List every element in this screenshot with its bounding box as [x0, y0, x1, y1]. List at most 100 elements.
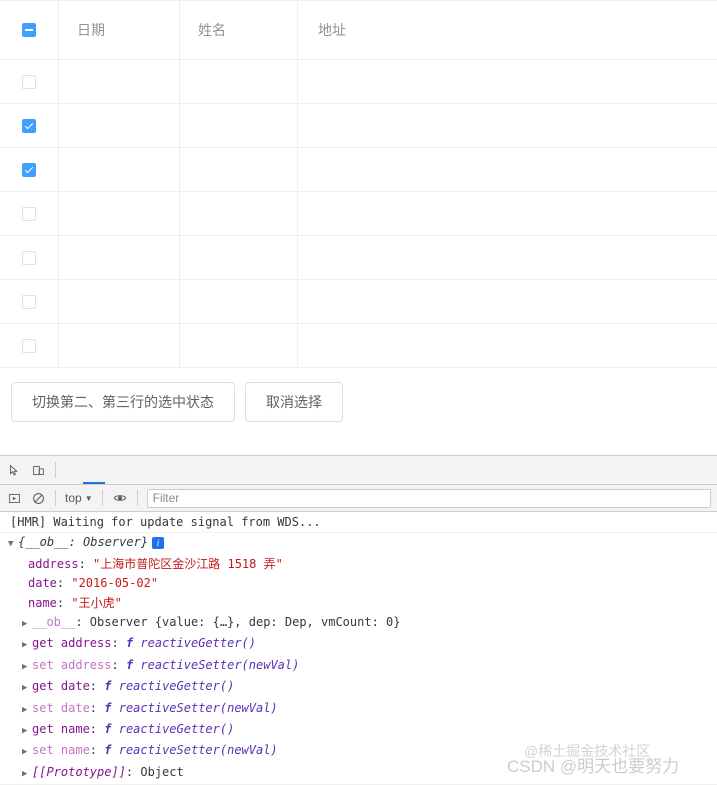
disclosure-triangle-icon: ▶: [22, 704, 28, 715]
disclosure-triangle-icon: ▼: [8, 539, 14, 550]
row-cell-select: [0, 324, 59, 367]
devtools-panel: top ▼ [HMR] Waiting for update signal fr…: [0, 455, 717, 785]
devtools-tab-sources[interactable]: [105, 456, 127, 484]
console-message: [HMR] Waiting for update signal from WDS…: [0, 513, 717, 534]
clear-console-icon[interactable]: [26, 486, 50, 510]
app-area: 日期 姓名 地址 切换第二、第三行的选中状态 取消选择: [0, 0, 717, 455]
row-cell-date: [59, 192, 180, 235]
disclosure-triangle-icon: ▶: [22, 768, 28, 779]
row-cell-address: [298, 60, 717, 103]
row-cell-name: [180, 148, 298, 191]
row-cell-date: [59, 148, 180, 191]
inspect-element-icon[interactable]: [2, 458, 26, 482]
row-cell-name: [180, 324, 298, 367]
table-row[interactable]: [0, 236, 717, 280]
console-property: address: "上海市普陀区金沙江路 1518 弄": [28, 556, 283, 571]
info-icon: i: [152, 536, 165, 549]
table-row[interactable]: [0, 280, 717, 324]
row-checkbox[interactable]: [22, 162, 36, 177]
row-checkbox[interactable]: [22, 206, 36, 221]
console-property[interactable]: ▶ __ob__: Observer {value: {…}, dep: Dep,…: [0, 613, 717, 634]
row-cell-name: [180, 236, 298, 279]
devtools-tab-performance[interactable]: [149, 456, 171, 484]
table-row[interactable]: [0, 104, 717, 148]
row-cell-date: [59, 104, 180, 147]
devtools-tab-elements[interactable]: [61, 456, 83, 484]
row-checkbox[interactable]: [22, 118, 36, 133]
row-checkbox[interactable]: [22, 338, 36, 353]
devtools-tab-list: [61, 456, 237, 484]
console-object-expanded[interactable]: ▼ {__ob__: Observer} i: [0, 533, 717, 554]
disclosure-triangle-icon: ▶: [22, 661, 28, 672]
row-cell-name: [180, 104, 298, 147]
row-checkbox[interactable]: [22, 250, 36, 265]
row-cell-address: [298, 104, 717, 147]
table-header-row: 日期 姓名 地址: [0, 1, 717, 60]
console-accessor[interactable]: ▶ set date: f reactiveSetter(newVal): [0, 699, 717, 720]
filterbar-divider-2: [101, 490, 103, 506]
row-cell-date: [59, 280, 180, 323]
row-cell-address: [298, 148, 717, 191]
table-row[interactable]: [0, 148, 717, 192]
row-cell-select: [0, 280, 59, 323]
clear-selection-button[interactable]: 取消选择: [245, 382, 343, 422]
live-expression-eye-icon[interactable]: [108, 486, 132, 510]
row-cell-address: [298, 280, 717, 323]
table-row[interactable]: [0, 60, 717, 104]
devtools-tabbar: [0, 456, 717, 485]
devtools-tab-security[interactable]: [215, 456, 237, 484]
row-cell-select: [0, 192, 59, 235]
console-filter-bar: top ▼: [0, 485, 717, 512]
select-all-checkbox[interactable]: [22, 23, 36, 37]
header-cell-select: [0, 1, 59, 59]
execute-step-icon[interactable]: [2, 486, 26, 510]
data-table: 日期 姓名 地址: [0, 0, 717, 368]
row-cell-select: [0, 148, 59, 191]
devtools-tab-application[interactable]: [193, 456, 215, 484]
row-cell-select: [0, 236, 59, 279]
execution-context-label: top: [65, 491, 82, 505]
table-row[interactable]: [0, 324, 717, 368]
row-cell-date: [59, 60, 180, 103]
row-cell-address: [298, 236, 717, 279]
execution-context-selector[interactable]: top ▼: [61, 491, 97, 505]
filterbar-divider-3: [136, 490, 138, 506]
row-cell-address: [298, 324, 717, 367]
chevron-down-icon: ▼: [84, 493, 93, 503]
row-cell-date: [59, 324, 180, 367]
devtools-tab-console[interactable]: [83, 456, 105, 484]
device-toolbar-icon[interactable]: [26, 458, 50, 482]
console-accessor[interactable]: ▶ get address: f reactiveGetter(): [0, 634, 717, 655]
console-property: date: "2016-05-02": [28, 576, 159, 591]
console-accessor[interactable]: ▶ get date: f reactiveGetter(): [0, 677, 717, 698]
console-filter-input[interactable]: [146, 488, 711, 508]
header-cell-name[interactable]: 姓名: [180, 1, 298, 59]
devtools-tab-network[interactable]: [127, 456, 149, 484]
table-body: [0, 60, 717, 368]
row-checkbox[interactable]: [22, 294, 36, 309]
console-accessor[interactable]: ▶ set name: f reactiveSetter(newVal): [0, 741, 717, 762]
row-cell-name: [180, 60, 298, 103]
filterbar-divider-1: [55, 490, 56, 506]
toggle-selection-button[interactable]: 切换第二、第三行的选中状态: [11, 382, 235, 422]
disclosure-triangle-icon: ▶: [22, 683, 28, 694]
row-checkbox[interactable]: [22, 74, 36, 89]
toolbar-divider: [55, 462, 56, 478]
table-row[interactable]: [0, 192, 717, 236]
devtools-tab-memory[interactable]: [171, 456, 193, 484]
disclosure-triangle-icon: ▶: [22, 726, 28, 737]
row-cell-date: [59, 236, 180, 279]
console-accessor[interactable]: ▶ get name: f reactiveGetter(): [0, 720, 717, 741]
console-prototype[interactable]: ▶ [[Prototype]]: Object: [0, 763, 717, 784]
console-accessor[interactable]: ▶ set address: f reactiveSetter(newVal): [0, 656, 717, 677]
row-cell-name: [180, 280, 298, 323]
disclosure-triangle-icon: ▶: [22, 640, 28, 651]
console-output: [HMR] Waiting for update signal from WDS…: [0, 512, 717, 785]
disclosure-triangle-icon: ▶: [22, 619, 28, 630]
header-cell-address[interactable]: 地址: [298, 1, 717, 59]
row-cell-select: [0, 104, 59, 147]
action-button-bar: 切换第二、第三行的选中状态 取消选择: [0, 368, 717, 422]
header-cell-date[interactable]: 日期: [59, 1, 180, 59]
disclosure-triangle-icon: ▶: [22, 747, 28, 758]
row-cell-select: [0, 60, 59, 103]
